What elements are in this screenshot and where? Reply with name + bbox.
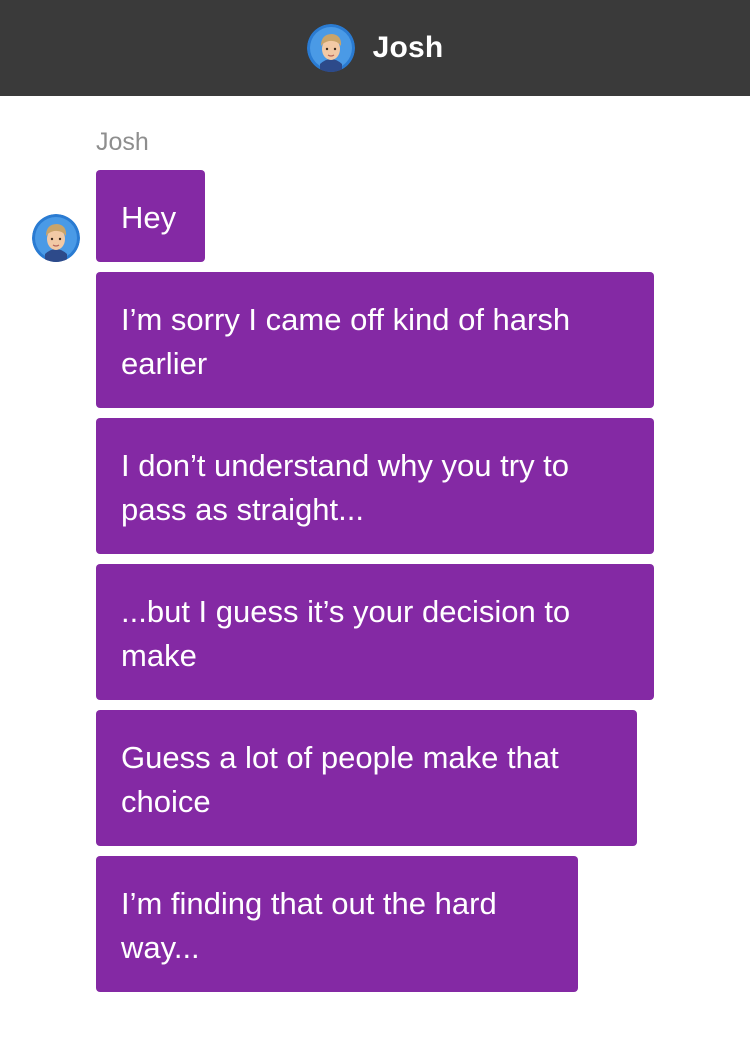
avatar-josh-icon[interactable] [32, 214, 80, 262]
message-bubble[interactable]: I don’t understand why you try to pass a… [96, 418, 654, 554]
message-text: I’m finding that out the hard way... [121, 886, 497, 965]
avatar-josh-icon [306, 24, 355, 72]
chat-header: Josh [0, 0, 750, 96]
message-bubble[interactable]: Hey [96, 170, 205, 262]
message-bubble[interactable]: ...but I guess it’s your decision to mak… [96, 564, 654, 700]
sender-name: Josh [96, 128, 149, 156]
message-bubble[interactable]: I’m finding that out the hard way... [96, 856, 578, 992]
message-text: I don’t understand why you try to pass a… [121, 448, 570, 527]
message-text: ...but I guess it’s your decision to mak… [121, 594, 571, 673]
message-bubble[interactable]: Guess a lot of people make that choice [96, 710, 637, 846]
message-bubble[interactable]: I’m sorry I came off kind of harsh earli… [96, 272, 654, 408]
message-text: I’m sorry I came off kind of harsh earli… [121, 302, 571, 381]
contact-name: Josh [372, 31, 444, 64]
message-text: Hey [121, 200, 177, 235]
chat-header-contact[interactable]: Josh [306, 24, 444, 72]
message-text: Guess a lot of people make that choice [121, 740, 559, 819]
